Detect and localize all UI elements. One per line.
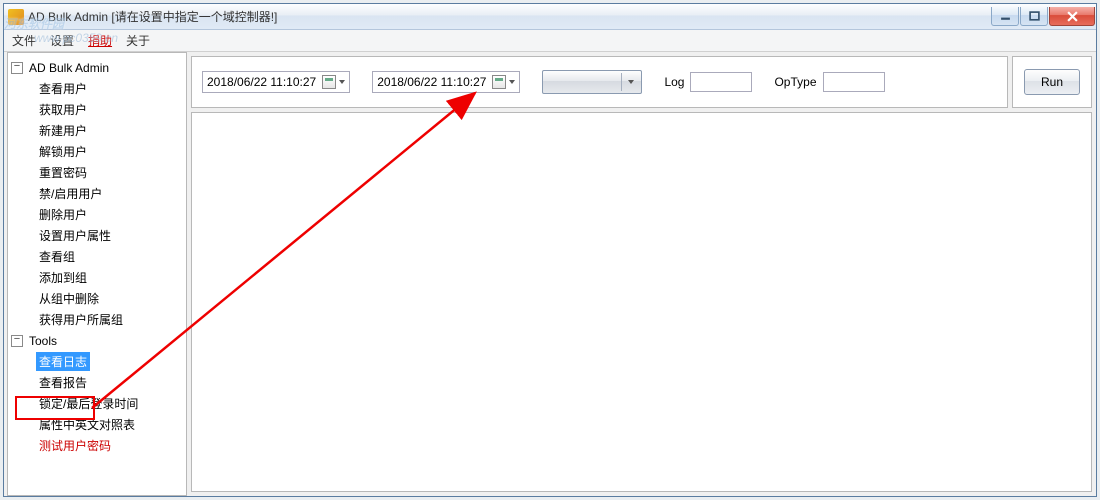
tree-item-get-user[interactable]: 获取用户	[8, 99, 186, 120]
tree-root-adbulkadmin[interactable]: AD Bulk Admin	[8, 57, 186, 78]
close-button[interactable]	[1049, 7, 1095, 26]
log-input[interactable]	[690, 72, 752, 92]
menubar: 文件 设置 捐助 关于	[4, 30, 1096, 52]
window-controls	[991, 7, 1095, 26]
filter-combo[interactable]	[542, 70, 642, 94]
titlebar[interactable]: AD Bulk Admin [请在设置中指定一个域控制器!]	[4, 4, 1096, 30]
tree-item-view-group[interactable]: 查看组	[8, 246, 186, 267]
tree-item-delete-user[interactable]: 删除用户	[8, 204, 186, 225]
maximize-button[interactable]	[1020, 7, 1048, 26]
menu-file[interactable]: 文件	[12, 32, 36, 49]
results-grid[interactable]	[191, 112, 1092, 492]
optype-field-group: OpType	[774, 72, 884, 92]
tree-root-label: Tools	[26, 333, 60, 349]
date-from-value: 2018/06/22 11:10:27	[207, 75, 316, 89]
tree-item-add-to-group[interactable]: 添加到组	[8, 267, 186, 288]
tree-item-view-report[interactable]: 查看报告	[8, 372, 186, 393]
tree-item-lock-lastlogin[interactable]: 锁定/最后登录时间	[8, 393, 186, 414]
tree-root-label: AD Bulk Admin	[26, 60, 112, 76]
date-to-picker[interactable]: 2018/06/22 11:10:27	[372, 71, 520, 93]
log-field-group: Log	[664, 72, 752, 92]
client-area: AD Bulk Admin 查看用户 获取用户 新建用户 解锁用户 重置密码 禁…	[4, 52, 1096, 496]
tree-item-new-user[interactable]: 新建用户	[8, 120, 186, 141]
tree-item-get-user-groups[interactable]: 获得用户所属组	[8, 309, 186, 330]
chevron-down-icon	[509, 80, 515, 84]
log-label: Log	[664, 75, 684, 89]
nav-tree: AD Bulk Admin 查看用户 获取用户 新建用户 解锁用户 重置密码 禁…	[7, 52, 187, 496]
calendar-icon	[322, 75, 336, 89]
menu-donate[interactable]: 捐助	[88, 32, 112, 49]
tree-root-tools[interactable]: Tools	[8, 330, 186, 351]
tree-item-test-password[interactable]: 测试用户密码	[8, 435, 186, 456]
tree-item-set-user-attrs[interactable]: 设置用户属性	[8, 225, 186, 246]
app-icon	[8, 9, 24, 25]
optype-label: OpType	[774, 75, 816, 89]
date-from-picker[interactable]: 2018/06/22 11:10:27	[202, 71, 350, 93]
app-window: AD Bulk Admin [请在设置中指定一个域控制器!] 文件 设置 捐助 …	[3, 3, 1097, 497]
calendar-icon	[492, 75, 506, 89]
tree-item-view-user[interactable]: 查看用户	[8, 78, 186, 99]
tree-item-view-log[interactable]: 查看日志	[8, 351, 186, 372]
collapse-icon[interactable]	[11, 62, 23, 74]
collapse-icon[interactable]	[11, 335, 23, 347]
chevron-down-icon	[339, 80, 345, 84]
tree-item-enable-disable-user[interactable]: 禁/启用用户	[8, 183, 186, 204]
tree-item-reset-password[interactable]: 重置密码	[8, 162, 186, 183]
chevron-down-icon	[621, 73, 637, 91]
run-button[interactable]: Run	[1024, 69, 1080, 95]
menu-about[interactable]: 关于	[126, 32, 150, 49]
minimize-button[interactable]	[991, 7, 1019, 26]
menu-settings[interactable]: 设置	[50, 32, 74, 49]
tree-item-remove-from-group[interactable]: 从组中删除	[8, 288, 186, 309]
top-row: 2018/06/22 11:10:27 2018/06/22 11:10:27 …	[191, 56, 1092, 108]
tree-item-attr-translation[interactable]: 属性中英文对照表	[8, 414, 186, 435]
title-text: AD Bulk Admin [请在设置中指定一个域控制器!]	[28, 8, 991, 25]
filter-panel: 2018/06/22 11:10:27 2018/06/22 11:10:27 …	[191, 56, 1008, 108]
optype-input[interactable]	[823, 72, 885, 92]
date-to-value: 2018/06/22 11:10:27	[377, 75, 486, 89]
tree-item-unlock-user[interactable]: 解锁用户	[8, 141, 186, 162]
run-panel: Run	[1012, 56, 1092, 108]
right-pane: 2018/06/22 11:10:27 2018/06/22 11:10:27 …	[187, 52, 1096, 496]
